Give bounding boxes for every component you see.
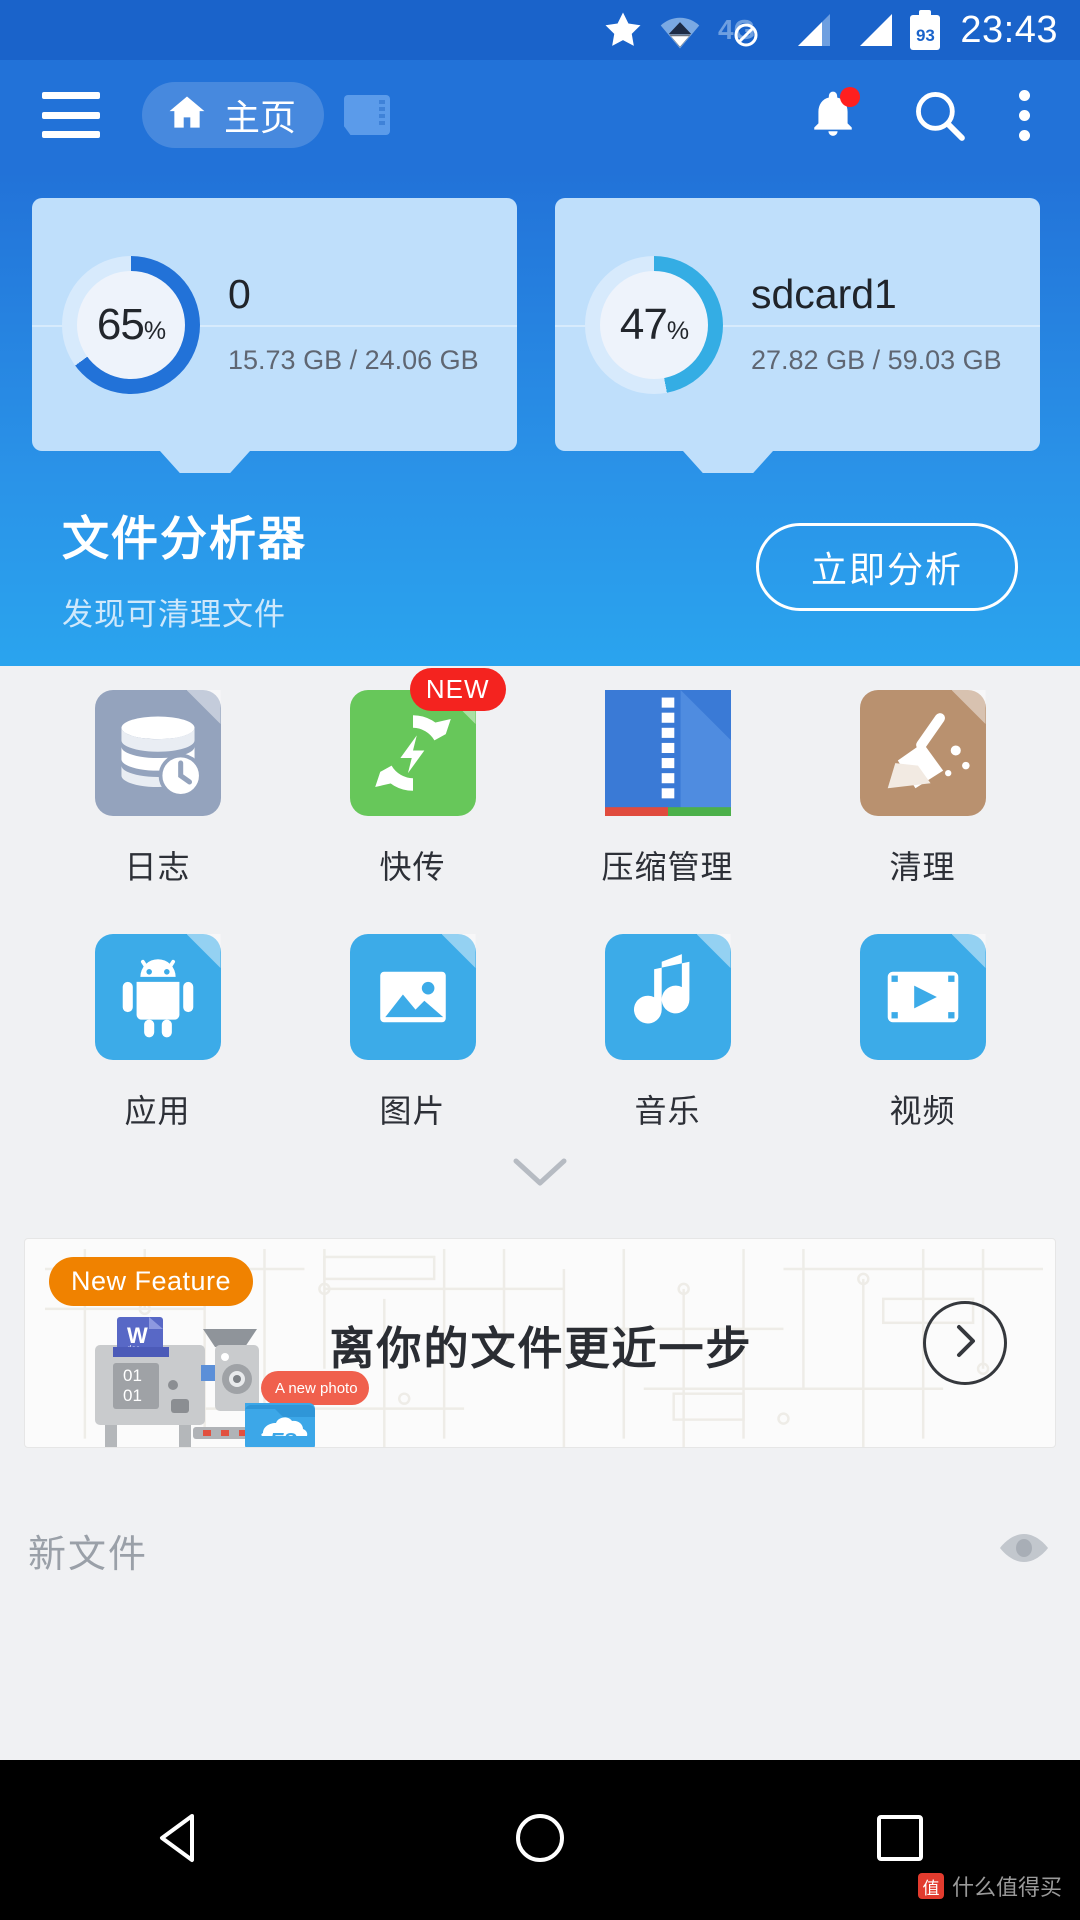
shortcut-label: 日志 [124, 849, 191, 885]
nav-back-button[interactable] [120, 1780, 240, 1900]
file-analyzer-subtitle: 发现可清理文件 [62, 597, 286, 632]
shortcut-fast-transfer[interactable]: NEW 快传 [285, 668, 540, 888]
shortcut-label: 图片 [379, 1093, 446, 1129]
phone-screen: 4G 93 23:43 主页 65% 0 15.73 GB / 24.06 GB… [0, 0, 1080, 1920]
eye-icon[interactable] [996, 1529, 1052, 1572]
shortcut-label: 应用 [124, 1093, 191, 1129]
square-recents-icon [874, 1812, 926, 1869]
percent-symbol: % [143, 316, 166, 345]
file-analyzer-section: 文件分析器 发现可清理文件 立即分析 [0, 500, 1080, 634]
battery-level: 93 [915, 26, 935, 45]
storage-name-sdcard1: sdcard1 [751, 270, 897, 317]
shortcut-log[interactable]: 日志 [30, 690, 285, 888]
shortcut-cleaner[interactable]: 清理 [795, 690, 1050, 888]
chevron-right-icon [949, 1321, 981, 1366]
pictures-icon [349, 934, 476, 1060]
music-note-icon [604, 934, 731, 1060]
new-files-section: 新文件 [0, 1505, 1080, 1595]
shortcut-grid: 日志 NEW 快传 压缩管理 清理 应用 图片 音乐 视频 [0, 668, 1080, 1132]
shortcut-label: 快传 [379, 849, 446, 885]
watermark: 值 什么值得买 [917, 1870, 1062, 1902]
expand-grid-button[interactable] [0, 1155, 1080, 1194]
status-bar: 4G 93 23:43 [0, 0, 1080, 60]
sdcard-icon[interactable] [344, 95, 391, 135]
chevron-down-icon [512, 1155, 568, 1194]
promo-banner[interactable]: New Feature 01 01 W doc [24, 1238, 1056, 1448]
android-nav-bar: 值 什么值得买 [0, 1760, 1080, 1920]
shortcut-apps[interactable]: 应用 [30, 934, 285, 1132]
app-bar: 主页 [0, 60, 1080, 170]
storage-info-internal: 0 15.73 GB / 24.06 GB [228, 270, 479, 376]
watermark-mark: 值 [917, 1873, 944, 1899]
banner-next-button[interactable] [923, 1301, 1007, 1385]
shortcut-zip-manager[interactable]: 压缩管理 [540, 690, 795, 888]
home-icon [164, 91, 210, 140]
search-icon[interactable] [910, 86, 968, 144]
watermark-text: 什么值得买 [951, 1875, 1062, 1900]
storage-info-sdcard1: sdcard1 27.82 GB / 59.03 GB [751, 270, 1002, 376]
log-history-icon [94, 690, 221, 816]
banner-title: 离你的文件更近一步 [329, 1322, 753, 1374]
signal-icon-2 [848, 10, 896, 50]
shortcut-row-2: 应用 图片 音乐 视频 [30, 934, 1050, 1132]
shortcut-pictures[interactable]: 图片 [285, 934, 540, 1132]
file-analyzer-title: 文件分析器 [62, 512, 307, 565]
4g-disabled-icon: 4G [716, 10, 772, 50]
new-badge: NEW [409, 668, 506, 711]
shortcut-row-1: 日志 NEW 快传 压缩管理 清理 [30, 668, 1050, 888]
storage-card-sdcard1[interactable]: 47% sdcard1 27.82 GB / 59.03 GB [555, 198, 1040, 451]
storage-percent-internal: 65 [96, 299, 145, 349]
wifi-icon [658, 9, 702, 51]
star-icon [602, 9, 644, 51]
zip-manager-icon [604, 690, 731, 816]
fast-transfer-icon: NEW [349, 668, 506, 816]
shortcut-video[interactable]: 视频 [795, 934, 1050, 1132]
file-analyzer-text: 文件分析器 发现可清理文件 [62, 500, 756, 634]
storage-name-internal: 0 [228, 270, 251, 317]
more-vertical-icon[interactable] [1018, 89, 1030, 141]
storage-percent-sdcard1: 47 [619, 299, 668, 349]
storage-donut-internal: 65% [62, 255, 200, 394]
bell-icon[interactable] [808, 87, 860, 143]
tab-home[interactable]: 主页 [142, 82, 325, 148]
shortcut-label: 压缩管理 [601, 849, 734, 885]
triangle-back-icon [154, 1810, 206, 1871]
storage-cards: 65% 0 15.73 GB / 24.06 GB 47% sdcard1 27… [0, 198, 1080, 451]
shortcut-label: 视频 [889, 1093, 956, 1129]
percent-symbol: % [666, 316, 689, 345]
notification-badge [840, 87, 860, 107]
tab-home-label: 主页 [224, 97, 297, 138]
shortcut-label: 清理 [889, 849, 956, 885]
shortcut-label: 音乐 [634, 1093, 701, 1129]
battery-icon: 93 [910, 10, 941, 50]
video-play-icon [859, 934, 986, 1060]
clock: 23:43 [960, 8, 1058, 51]
hamburger-menu-icon[interactable] [42, 92, 100, 138]
circle-home-icon [512, 1810, 568, 1871]
analyze-now-button[interactable]: 立即分析 [755, 523, 1018, 611]
shortcut-music[interactable]: 音乐 [540, 934, 795, 1132]
storage-size-internal: 15.73 GB / 24.06 GB [228, 344, 479, 375]
nav-home-button[interactable] [480, 1780, 600, 1900]
signal-icon-1 [786, 10, 834, 50]
storage-size-sdcard1: 27.82 GB / 59.03 GB [751, 344, 1002, 375]
new-files-label: 新文件 [28, 1533, 149, 1576]
storage-card-internal[interactable]: 65% 0 15.73 GB / 24.06 GB [32, 198, 517, 451]
hero-section: 65% 0 15.73 GB / 24.06 GB 47% sdcard1 27… [0, 170, 1080, 666]
cleaner-broom-icon [859, 690, 986, 816]
storage-donut-sdcard1: 47% [585, 255, 723, 394]
apps-android-icon [94, 934, 221, 1060]
